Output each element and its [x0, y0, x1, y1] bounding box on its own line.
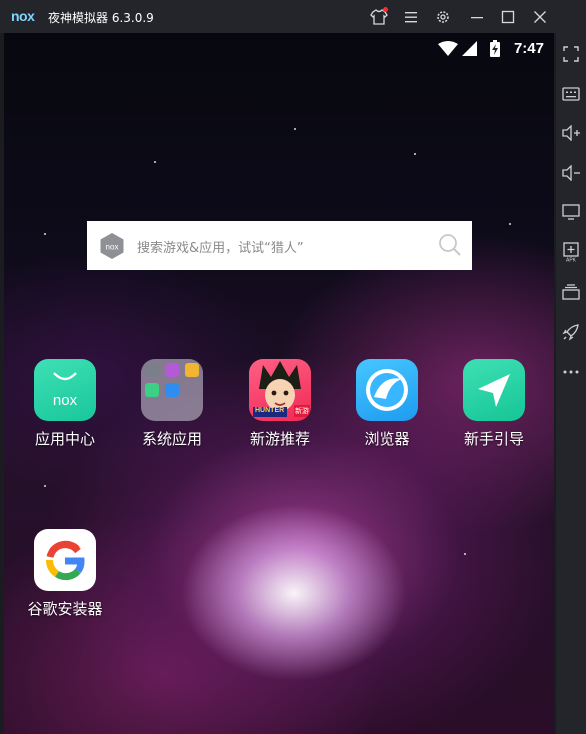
keyboard-button[interactable] — [560, 83, 582, 105]
send-arrow-icon — [463, 359, 525, 421]
nox-hexagon-icon: nox — [100, 233, 124, 259]
menu-icon — [405, 12, 417, 23]
right-toolbar: APK — [556, 33, 586, 734]
hunter-game-icon: HUNTER 新游 — [249, 359, 311, 421]
star — [44, 485, 46, 487]
app-google-installer[interactable]: 谷歌安装器 — [20, 529, 110, 619]
app-label: 新游推荐 — [249, 430, 310, 448]
monitor-icon — [562, 204, 580, 220]
svg-text:nox: nox — [106, 243, 119, 252]
volume-up-button[interactable] — [560, 122, 582, 144]
more-button[interactable] — [560, 361, 582, 383]
volume-down-button[interactable] — [560, 162, 582, 184]
search-placeholder: 搜索游戏&应用，试试“猎人” — [137, 241, 304, 256]
volume-down-icon — [562, 165, 580, 181]
battery-charging-icon — [490, 40, 500, 57]
fullscreen-button[interactable] — [560, 43, 582, 65]
star — [44, 233, 46, 235]
star — [294, 128, 296, 130]
keyboard-icon — [562, 87, 580, 101]
star — [464, 553, 466, 555]
close-button[interactable] — [529, 6, 551, 28]
search-bar[interactable]: nox 搜索游戏&应用，试试“猎人” — [87, 221, 472, 270]
browser-icon — [356, 359, 418, 421]
volume-up-icon — [562, 125, 580, 141]
hunter-text: HUNTER — [255, 407, 285, 414]
status-bar: 7:47 — [4, 33, 554, 63]
app-browser[interactable]: 浏览器 — [342, 359, 432, 449]
minimize-button[interactable] — [466, 6, 488, 28]
app-label: 新手引导 — [463, 430, 524, 448]
svg-text:APK: APK — [566, 258, 577, 263]
nox-logo: nox — [11, 8, 35, 24]
minimize-icon — [471, 17, 483, 19]
app-label: 浏览器 — [364, 430, 410, 448]
screen-button[interactable] — [560, 201, 582, 223]
settings-button[interactable] — [432, 6, 454, 28]
android-home-screen: 7:47 nox 搜索游戏&应用，试试“猎人” nox 应用中心 系统应用 HU… — [4, 33, 554, 734]
new-tag: 新游 — [294, 405, 310, 417]
star — [509, 223, 511, 225]
signal-icon — [462, 41, 477, 56]
app-label: 谷歌安装器 — [27, 600, 103, 618]
maximize-button[interactable] — [497, 6, 519, 28]
title-bar: nox 夜神模拟器 6.3.0.9 — [0, 0, 586, 33]
apk-icon: APK — [563, 242, 579, 263]
google-g-icon — [34, 529, 96, 591]
system-apps-folder-icon — [141, 359, 203, 421]
gear-icon — [437, 11, 449, 23]
maximize-icon — [501, 10, 515, 24]
app-system-apps[interactable]: 系统应用 — [127, 359, 217, 449]
install-apk-button[interactable]: APK — [560, 241, 582, 263]
app-label: 应用中心 — [34, 430, 95, 448]
skin-shirt-button[interactable] — [368, 6, 390, 28]
status-time: 7:47 — [513, 40, 544, 57]
star — [414, 153, 416, 155]
window-title: 夜神模拟器 6.3.0.9 — [48, 11, 154, 25]
notification-dot — [383, 7, 388, 12]
close-icon — [534, 11, 546, 23]
app-new-games[interactable]: HUNTER 新游 新游推荐 — [235, 359, 325, 449]
speed-up-button[interactable] — [560, 321, 582, 343]
menu-button[interactable] — [400, 6, 422, 28]
app-app-center[interactable]: nox 应用中心 — [20, 359, 110, 449]
svg-text:nox: nox — [53, 392, 78, 409]
fullscreen-icon — [563, 46, 579, 62]
star — [154, 161, 156, 163]
nox-app-center-icon: nox — [34, 359, 96, 421]
search-icon[interactable] — [438, 233, 462, 257]
rocket-icon — [562, 324, 579, 341]
stack-icon — [562, 284, 580, 300]
more-dots-icon — [563, 370, 579, 374]
wifi-icon — [438, 41, 458, 56]
multi-instance-button[interactable] — [560, 281, 582, 303]
app-beginner-guide[interactable]: 新手引导 — [449, 359, 539, 449]
app-label: 系统应用 — [141, 430, 202, 448]
